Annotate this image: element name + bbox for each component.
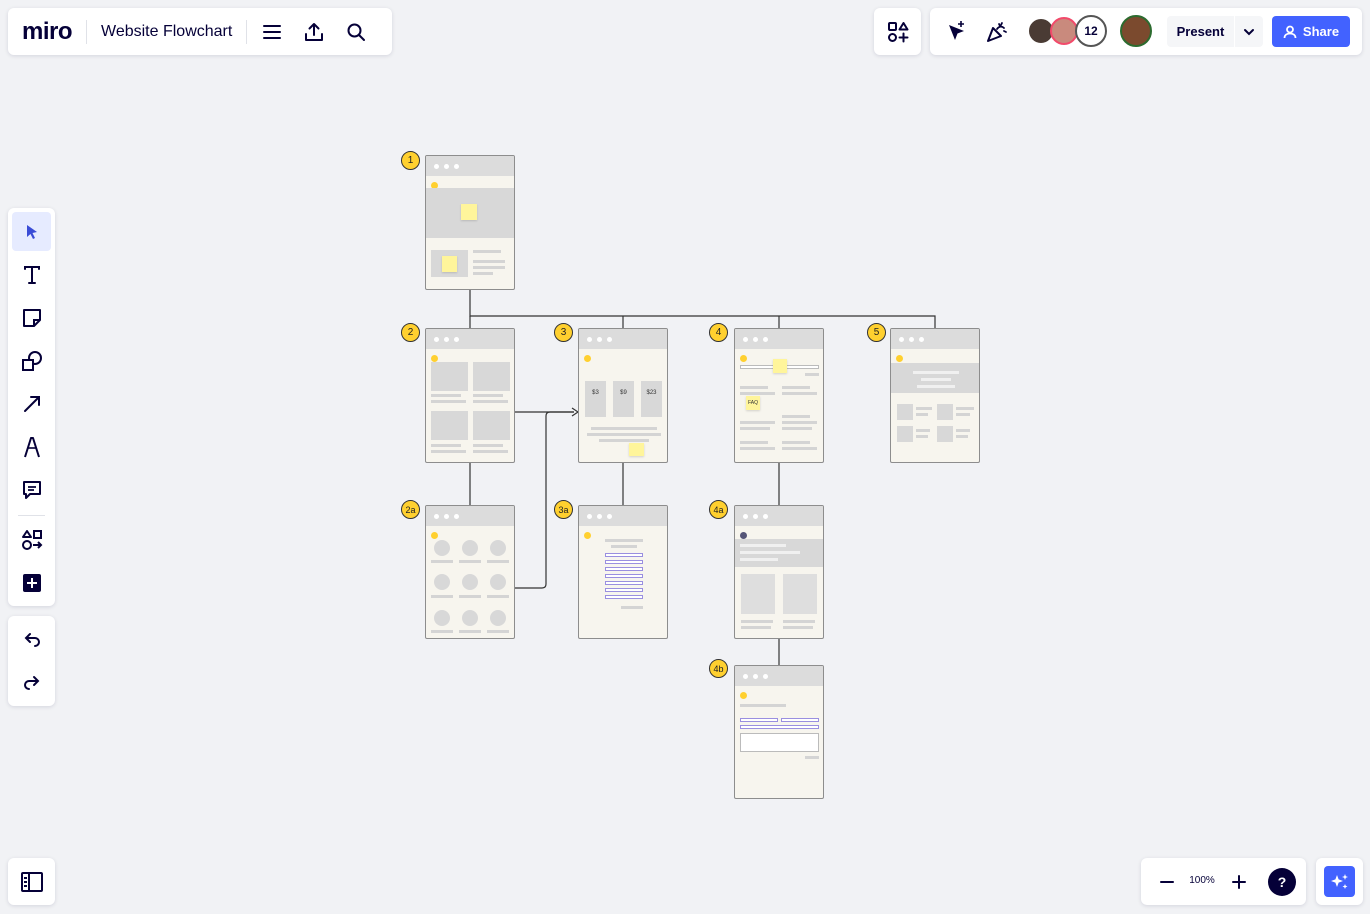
search-icon — [347, 23, 366, 41]
connector-1-to-5 — [469, 290, 936, 328]
redo-icon — [23, 675, 39, 690]
price-card: $23 — [641, 381, 662, 417]
comment-icon — [22, 480, 41, 499]
present-label: Present — [1176, 24, 1225, 39]
ai-assist-button[interactable] — [1316, 858, 1363, 905]
frame-badge-4a: 4a — [709, 500, 728, 519]
wireframe-faq[interactable]: FAQ — [734, 328, 824, 463]
creation-toolbar — [8, 208, 55, 606]
comment-tool[interactable] — [12, 470, 51, 509]
plus-icon — [1232, 875, 1246, 889]
miro-logo[interactable]: miro — [22, 18, 73, 46]
frame-badge-1: 1 — [401, 151, 420, 170]
collaborator-count[interactable]: 12 — [1075, 15, 1107, 47]
wireframe-pricing[interactable]: $3 $9 $23 — [578, 328, 668, 463]
wireframe-signup-form[interactable] — [578, 505, 668, 639]
export-button[interactable] — [293, 12, 335, 52]
diagram-icon — [21, 529, 42, 550]
undo-button[interactable] — [12, 620, 51, 659]
redo-button[interactable] — [12, 663, 51, 702]
pen-icon — [23, 436, 40, 457]
arrow-line-icon — [23, 395, 40, 412]
present-button[interactable]: Present — [1167, 16, 1263, 47]
frames-panel-button[interactable] — [8, 858, 55, 905]
upload-icon — [305, 22, 324, 41]
frame-badge-4: 4 — [709, 323, 728, 342]
sticky-note — [773, 359, 787, 373]
diagramming-tool[interactable] — [12, 520, 51, 559]
help-button[interactable]: ? — [1268, 868, 1296, 896]
wireframe-contact-form[interactable] — [734, 665, 824, 799]
party-popper-icon — [987, 22, 1007, 42]
frame-badge-2a: 2a — [401, 500, 420, 519]
board-canvas[interactable]: 1 2 3 $3 $9 $23 4 FAQ 5 2a 3a 4a 4b — [0, 0, 1370, 914]
text-tool[interactable] — [12, 255, 51, 294]
sticky-note — [461, 204, 477, 220]
current-user-avatar[interactable] — [1120, 15, 1152, 47]
sticky-note-faq: FAQ — [746, 396, 760, 410]
undo-icon — [24, 632, 40, 647]
cursor-tool-button[interactable] — [938, 14, 974, 50]
frame-badge-3: 3 — [554, 323, 573, 342]
hamburger-icon — [263, 24, 282, 39]
wireframe-home[interactable] — [425, 155, 515, 290]
select-tool[interactable] — [12, 212, 51, 251]
present-options-button[interactable] — [1235, 26, 1263, 38]
user-icon — [1283, 25, 1297, 38]
zoom-in-button[interactable] — [1221, 864, 1257, 900]
share-label: Share — [1302, 24, 1340, 39]
price-card: $3 — [585, 381, 606, 417]
zoom-controls: 100% ? — [1141, 858, 1306, 905]
frame-badge-4b: 4b — [709, 659, 728, 678]
apps-icon — [887, 21, 908, 42]
search-button[interactable] — [335, 12, 377, 52]
frame-badge-3a: 3a — [554, 500, 573, 519]
flow-connectors — [469, 290, 936, 665]
board-title[interactable]: Website Flowchart — [101, 23, 232, 41]
wireframe-page-5[interactable] — [890, 328, 980, 463]
pen-tool[interactable] — [12, 427, 51, 466]
share-button[interactable]: Share — [1272, 16, 1350, 47]
board-header: miro Website Flowchart — [8, 8, 392, 55]
wireframe-article[interactable] — [734, 505, 824, 639]
sparkle-icon — [1330, 873, 1348, 889]
sticky-note — [442, 256, 457, 272]
more-tools-button[interactable] — [12, 563, 51, 602]
wireframe-page-2a[interactable] — [425, 505, 515, 639]
history-toolbar — [8, 616, 55, 706]
chevron-down-icon — [1244, 28, 1254, 35]
collaboration-bar: 12 Present Share — [930, 8, 1362, 55]
sticky-note-icon — [22, 308, 41, 327]
celebrate-button[interactable] — [978, 14, 1014, 50]
pointer-icon — [26, 224, 37, 239]
shapes-tool[interactable] — [12, 341, 51, 380]
plus-box-icon — [22, 573, 41, 592]
frame-badge-2: 2 — [401, 323, 420, 342]
price-card: $9 — [613, 381, 634, 417]
zoom-out-button[interactable] — [1149, 864, 1185, 900]
cursor-arrow-icon — [949, 21, 964, 40]
main-menu-button[interactable] — [251, 12, 293, 52]
frame-badge-5: 5 — [867, 323, 886, 342]
zoom-level[interactable]: 100% — [1185, 875, 1219, 886]
wireframe-page-2[interactable] — [425, 328, 515, 463]
text-icon — [23, 265, 40, 284]
shapes-icon — [21, 350, 42, 371]
sidebar-panel-icon — [20, 871, 43, 892]
connection-line-tool[interactable] — [12, 384, 51, 423]
collaborator-avatar[interactable] — [1050, 17, 1078, 45]
apps-button[interactable] — [874, 8, 921, 55]
sticky-note-tool[interactable] — [12, 298, 51, 337]
minus-icon — [1160, 881, 1174, 883]
sticky-note — [629, 443, 644, 456]
